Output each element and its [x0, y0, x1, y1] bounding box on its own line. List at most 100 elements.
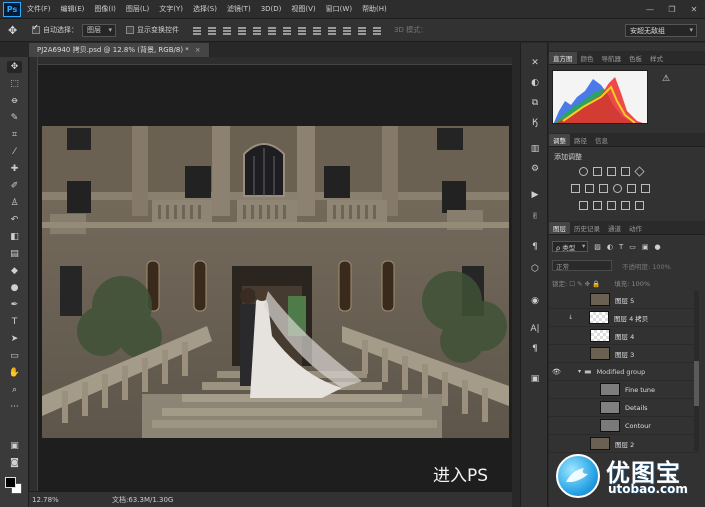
screen-mode-icon[interactable]: ▣ — [7, 440, 22, 452]
clone-source-icon[interactable]: ⧉ — [528, 97, 542, 109]
distribute-top-icon[interactable] — [281, 25, 293, 36]
layer-kind-dropdown[interactable]: ρ 类型 — [552, 241, 589, 252]
channels-icon[interactable]: ◉ — [528, 295, 542, 307]
layer-comps-icon[interactable]: ✌ — [528, 211, 542, 223]
clone-stamp-tool-icon[interactable]: ♙ — [7, 197, 22, 209]
char-style-icon[interactable]: A| — [528, 323, 542, 335]
layer-row[interactable]: 图层 4 — [549, 327, 699, 345]
tab-color[interactable]: 颜色 — [577, 52, 598, 64]
paragraph-icon[interactable]: ¶ — [528, 241, 542, 253]
distribute-hcenter-icon[interactable] — [341, 25, 353, 36]
menu-image[interactable]: 图像(I) — [94, 4, 116, 14]
crop-tool-icon[interactable]: ⌗ — [7, 129, 22, 141]
history-brush-tool-icon[interactable]: ↶ — [7, 214, 22, 226]
zoom-tool-icon[interactable]: ⌕ — [7, 384, 22, 396]
levels-icon[interactable] — [593, 167, 602, 176]
move-tool-icon[interactable]: ✥ — [8, 24, 22, 37]
tab-styles[interactable]: 样式 — [646, 52, 667, 64]
blend-mode-dropdown[interactable]: 正常 — [552, 260, 612, 271]
document-image[interactable] — [42, 126, 509, 438]
filter-adjustment-icon[interactable]: ◐ — [607, 243, 613, 251]
filter-type-icon[interactable]: T — [619, 243, 623, 251]
layers-scrollbar[interactable] — [694, 291, 699, 451]
posterize-icon[interactable] — [593, 201, 602, 210]
timeline-icon[interactable]: ▣ — [528, 373, 542, 385]
document-info[interactable]: 文档:63.3M/1.30G — [112, 495, 173, 505]
3d-icon[interactable]: ⬡ — [528, 263, 542, 275]
invert-icon[interactable] — [579, 201, 588, 210]
filter-pixel-icon[interactable]: ▨ — [594, 243, 601, 251]
eraser-tool-icon[interactable]: ◧ — [7, 231, 22, 243]
layer-row[interactable]: Fine tune — [549, 381, 699, 399]
lock-controls[interactable]: 锁定: ☐ ✎ ✥ 🔒 — [552, 278, 600, 288]
menu-layer[interactable]: 图层(L) — [126, 4, 149, 14]
healing-brush-tool-icon[interactable]: ✚ — [7, 163, 22, 175]
align-top-icon[interactable] — [191, 25, 203, 36]
tool-presets-icon[interactable]: ✕ — [528, 57, 542, 69]
restore-button[interactable]: ❐ — [661, 5, 683, 14]
actions-icon[interactable]: ▶ — [528, 189, 542, 201]
history-icon[interactable]: ▥ — [528, 143, 542, 155]
hue-saturation-icon[interactable] — [571, 184, 580, 193]
gradient-map-icon[interactable] — [621, 201, 630, 210]
horizontal-ruler[interactable] — [30, 57, 512, 65]
layer-row[interactable]: ↓ 图层 4 拷贝 — [549, 309, 699, 327]
eyedropper-tool-icon[interactable]: ⁄ — [7, 146, 22, 158]
auto-select-checkbox[interactable] — [32, 23, 40, 34]
tab-adjustments[interactable]: 调整 — [549, 134, 570, 146]
photo-filter-icon[interactable] — [613, 184, 622, 193]
menu-3d[interactable]: 3D(D) — [261, 5, 282, 13]
blur-tool-icon[interactable]: ◆ — [7, 265, 22, 277]
layer-row[interactable]: Contour — [549, 417, 699, 435]
more-tools-icon[interactable]: ··· — [7, 401, 22, 413]
para-style-icon[interactable]: ¶ — [528, 343, 542, 355]
character-icon[interactable]: Ӄ — [528, 117, 542, 129]
gradient-tool-icon[interactable]: ▤ — [7, 248, 22, 260]
scrollbar-thumb[interactable] — [694, 361, 699, 406]
tab-history[interactable]: 历史记录 — [570, 222, 604, 234]
properties-icon[interactable]: ⚙ — [528, 163, 542, 175]
tab-channels[interactable]: 通道 — [604, 222, 625, 234]
selective-color-icon[interactable] — [635, 201, 644, 210]
filter-shape-icon[interactable]: ▭ — [629, 243, 636, 251]
vertical-ruler[interactable] — [30, 57, 38, 491]
layer-row[interactable]: 图层 5 — [549, 291, 699, 309]
auto-select-target-dropdown[interactable]: 图层 — [82, 23, 116, 37]
type-tool-icon[interactable]: T — [7, 316, 22, 328]
minimize-button[interactable]: — — [639, 5, 661, 14]
distribute-right-icon[interactable] — [356, 25, 368, 36]
brush-tool-icon[interactable]: ✐ — [7, 180, 22, 192]
auto-align-icon[interactable] — [371, 25, 383, 36]
color-balance-icon[interactable] — [585, 184, 594, 193]
show-transform-checkbox[interactable] — [126, 26, 134, 34]
fill-field[interactable]: 填充: 100% — [614, 278, 650, 288]
menu-edit[interactable]: 编辑(E) — [61, 4, 85, 14]
color-lookup-icon[interactable] — [641, 184, 650, 193]
hand-tool-icon[interactable]: ✋ — [7, 367, 22, 379]
workspace-dropdown[interactable]: 安超无敌组 — [625, 24, 697, 37]
tab-paths[interactable]: 路径 — [570, 134, 591, 146]
distribute-vcenter-icon[interactable] — [296, 25, 308, 36]
document-tab[interactable]: PJ2A6940 拷贝.psd @ 12.8% (背景, RGB/8) * × — [29, 43, 210, 57]
exposure-icon[interactable] — [621, 167, 630, 176]
menu-select[interactable]: 选择(S) — [193, 4, 217, 14]
align-hcenter-icon[interactable] — [251, 25, 263, 36]
brightness-contrast-icon[interactable] — [579, 167, 588, 176]
channel-mixer-icon[interactable] — [627, 184, 636, 193]
menu-type[interactable]: 文字(Y) — [159, 4, 183, 14]
close-button[interactable]: ✕ — [683, 5, 705, 14]
tab-navigator[interactable]: 导航器 — [598, 52, 626, 64]
move-tool-icon[interactable]: ✥ — [7, 61, 22, 73]
tab-actions[interactable]: 动作 — [625, 222, 646, 234]
menu-view[interactable]: 视图(V) — [291, 4, 315, 14]
vibrance-icon[interactable] — [634, 166, 645, 177]
tab-swatches[interactable]: 色板 — [625, 52, 646, 64]
align-left-icon[interactable] — [236, 25, 248, 36]
menu-filter[interactable]: 滤镜(T) — [227, 4, 251, 14]
path-select-tool-icon[interactable]: ➤ — [7, 333, 22, 345]
pen-tool-icon[interactable]: ✒ — [7, 299, 22, 311]
align-bottom-icon[interactable] — [221, 25, 233, 36]
tab-layers[interactable]: 图层 — [549, 222, 570, 234]
eye-icon[interactable]: 👁 — [552, 368, 562, 376]
align-right-icon[interactable] — [266, 25, 278, 36]
